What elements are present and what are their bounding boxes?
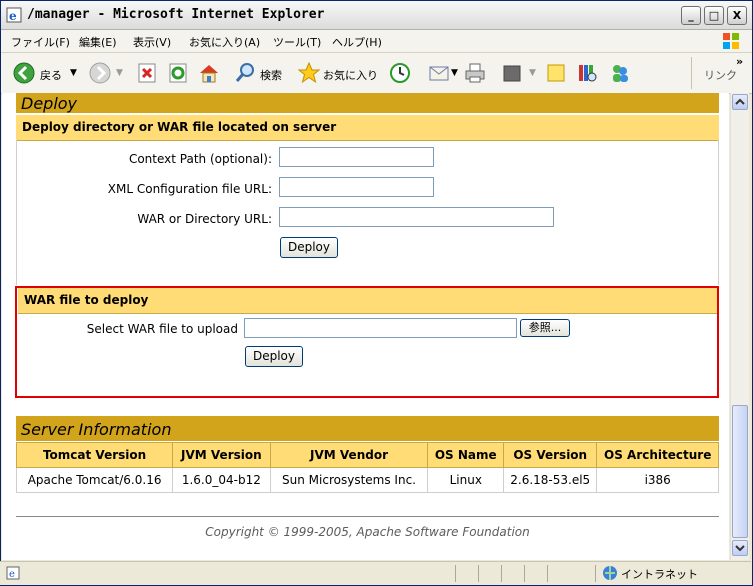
war-directory-label: WAR or Directory URL: [137,212,272,226]
server-deploy-button[interactable]: Deploy [280,237,338,258]
server-info-title: Server Information [21,420,172,439]
col-jvm-version: JVM Version [172,442,271,468]
tomcat-version-value: Apache Tomcat/6.0.16 [15,467,174,493]
browse-button[interactable]: 参照... [520,319,570,337]
maximize-button[interactable]: □ [704,6,724,25]
stop-icon[interactable] [136,62,158,84]
menu-help[interactable]: ヘルプ(H) [332,34,382,50]
footer-divider [16,516,719,517]
os-architecture-value: i386 [596,467,719,493]
server-info-table: Tomcat Version JVM Version JVM Vendor OS… [15,442,719,493]
war-directory-url-input[interactable] [279,207,554,227]
jvm-vendor-value: Sun Microsystems Inc. [269,467,429,493]
col-jvm-vendor: JVM Vendor [269,442,429,468]
title-bar[interactable]: e /manager - Microsoft Internet Explorer… [1,1,752,30]
select-war-label: Select WAR file to upload [86,322,238,336]
svg-text:e: e [9,9,17,23]
war-upload-section-header: WAR file to deploy [18,288,717,314]
forward-dropdown-icon[interactable]: ▼ [116,68,123,78]
edit-dropdown-icon[interactable]: ▼ [529,68,536,78]
war-upload-section-title: WAR file to deploy [24,293,149,307]
context-path-label: Context Path (optional): [128,152,272,166]
home-icon[interactable] [198,62,220,84]
print-icon[interactable] [464,62,486,84]
war-file-path-input[interactable] [244,318,517,338]
intranet-zone-icon [603,566,617,580]
status-bar: e イントラネット [0,561,751,585]
menu-bar: ファイル(F) 編集(E) 表示(V) お気に入り(A) ツール(T) ヘルプ(… [1,30,752,53]
jvm-version-value: 1.6.0_04-b12 [172,467,271,493]
forward-arrow-icon[interactable] [89,62,111,84]
history-icon[interactable] [389,62,411,84]
search-icon[interactable] [234,62,256,84]
menu-view[interactable]: 表示(V) [133,34,171,50]
svg-text:e: e [9,569,15,580]
back-label[interactable]: 戻る [40,67,62,83]
server-deploy-section-header: Deploy directory or WAR file located on … [16,115,719,141]
vertical-scrollbar[interactable] [730,93,749,560]
deploy-heading: Deploy [16,93,719,113]
mail-dropdown-icon[interactable]: ▼ [451,68,458,78]
scroll-thumb[interactable] [732,405,748,538]
os-version-value: 2.6.18-53.el5 [503,467,598,493]
scroll-down-button[interactable] [732,540,748,556]
menu-file[interactable]: ファイル(F) [11,34,70,50]
xml-config-url-input[interactable] [279,177,434,197]
favorites-label[interactable]: お気に入り [323,67,378,83]
page-content: Deploy Deploy directory or WAR file loca… [2,93,729,560]
ie-logo-icon: e [6,7,22,23]
page-status-icon: e [6,566,20,580]
back-arrow-icon[interactable] [13,62,35,84]
war-upload-deploy-button[interactable]: Deploy [245,346,303,367]
toolbar: 戻る ▼ ▼ 検索 お気に入り ▼ ▼ リンク » [1,53,752,94]
xml-config-label: XML Configuration file URL: [107,182,272,196]
chevron-down-icon [735,545,745,552]
menu-tools[interactable]: ツール(T) [273,34,321,50]
minimize-button[interactable]: _ [681,6,701,25]
col-os-version: OS Version [503,442,598,468]
server-info-header-row: Tomcat Version JVM Version JVM Vendor OS… [15,442,719,468]
chevron-up-icon [735,98,745,105]
toolbar-separator [691,57,692,89]
windows-logo-icon [723,33,739,49]
messenger-icon[interactable] [609,62,631,84]
back-dropdown-icon[interactable]: ▼ [70,68,77,78]
research-icon[interactable] [576,62,598,84]
context-path-input[interactable] [279,147,434,167]
col-os-name: OS Name [427,442,505,468]
discuss-icon[interactable] [545,62,567,84]
close-button[interactable]: X [727,6,747,25]
deploy-title: Deploy [21,94,78,113]
edit-icon[interactable] [501,62,523,84]
server-info-heading: Server Information [16,416,719,441]
col-tomcat-version: Tomcat Version [15,442,174,468]
toolbar-more-chevron[interactable]: » [736,55,743,68]
search-label[interactable]: 検索 [260,67,282,83]
menu-edit[interactable]: 編集(E) [79,34,117,50]
zone-label: イントラネット [621,568,698,581]
table-row: Apache Tomcat/6.0.16 1.6.0_04-b12 Sun Mi… [15,467,719,493]
col-os-architecture: OS Architecture [596,442,719,468]
server-deploy-section-title: Deploy directory or WAR file located on … [22,120,337,134]
mail-icon[interactable] [428,62,450,84]
links-label[interactable]: リンク [704,67,737,83]
favorites-star-icon[interactable] [298,62,320,84]
scroll-up-button[interactable] [732,94,748,110]
copyright-text: Copyright © 1999-2005, Apache Software F… [205,525,530,539]
window-title: /manager - Microsoft Internet Explorer [27,7,325,22]
os-name-value: Linux [427,467,505,493]
refresh-icon[interactable] [167,62,189,84]
menu-favorites[interactable]: お気に入り(A) [189,34,260,50]
